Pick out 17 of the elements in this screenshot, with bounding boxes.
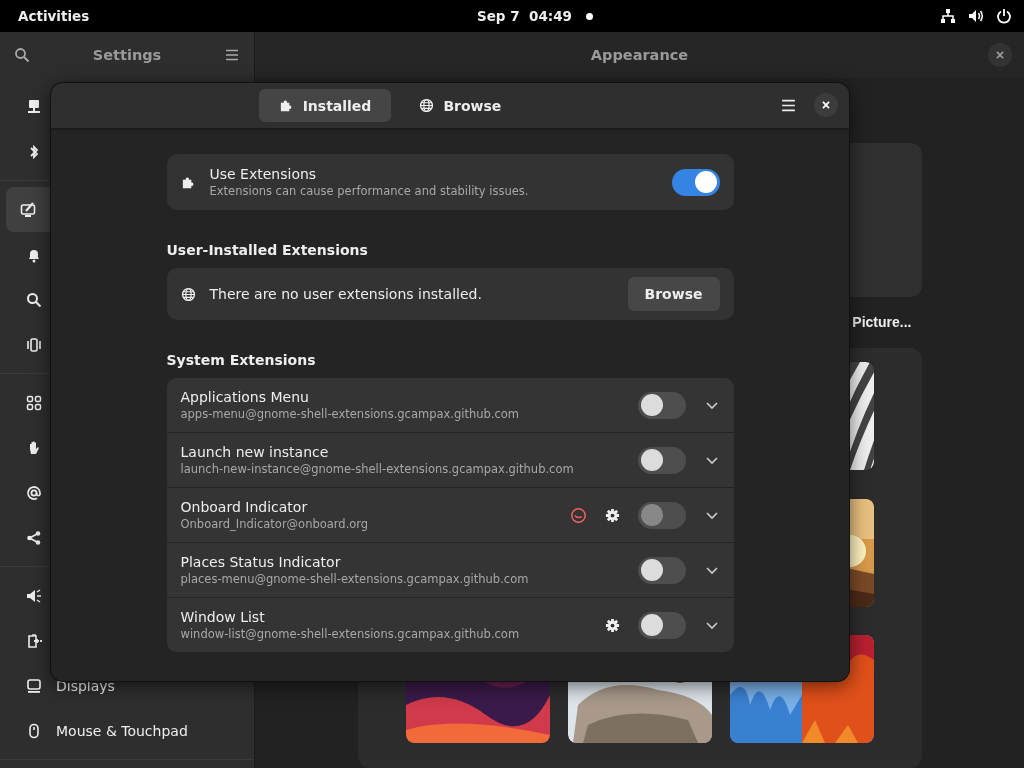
sidebar-title: Settings (92, 47, 162, 63)
extension-id: launch-new-instance@gnome-shell-extensions.gcampax.github.com (180, 462, 575, 476)
empty-message: There are no user extensions installed. (209, 286, 483, 302)
setting-title: Use Extensions (209, 166, 318, 182)
page-title: Appearance (590, 47, 689, 63)
extension-id: window-list@gnome-shell-extensions.gcampax.github.com (180, 627, 521, 641)
extension-name: Places Status Indicator (180, 554, 342, 570)
extension-id: apps-menu@gnome-shell-extensions.gcampax.github.com (180, 407, 521, 421)
extension-name: Onboard Indicator (180, 499, 309, 515)
section-heading: User-Installed Extensions (166, 242, 369, 258)
extension-name: Launch new instance (180, 444, 330, 460)
extension-name: Applications Menu (180, 389, 310, 405)
extension-id: places-menu@gnome-shell-extensions.gcampax.github.com (180, 572, 530, 586)
extension-name: Window List (180, 609, 266, 625)
section-heading: System Extensions (166, 352, 317, 368)
setting-subtitle: Extensions can cause performance and stability issues. (209, 184, 530, 198)
extension-id: Onboard_Indicator@onboard.org (180, 517, 370, 531)
